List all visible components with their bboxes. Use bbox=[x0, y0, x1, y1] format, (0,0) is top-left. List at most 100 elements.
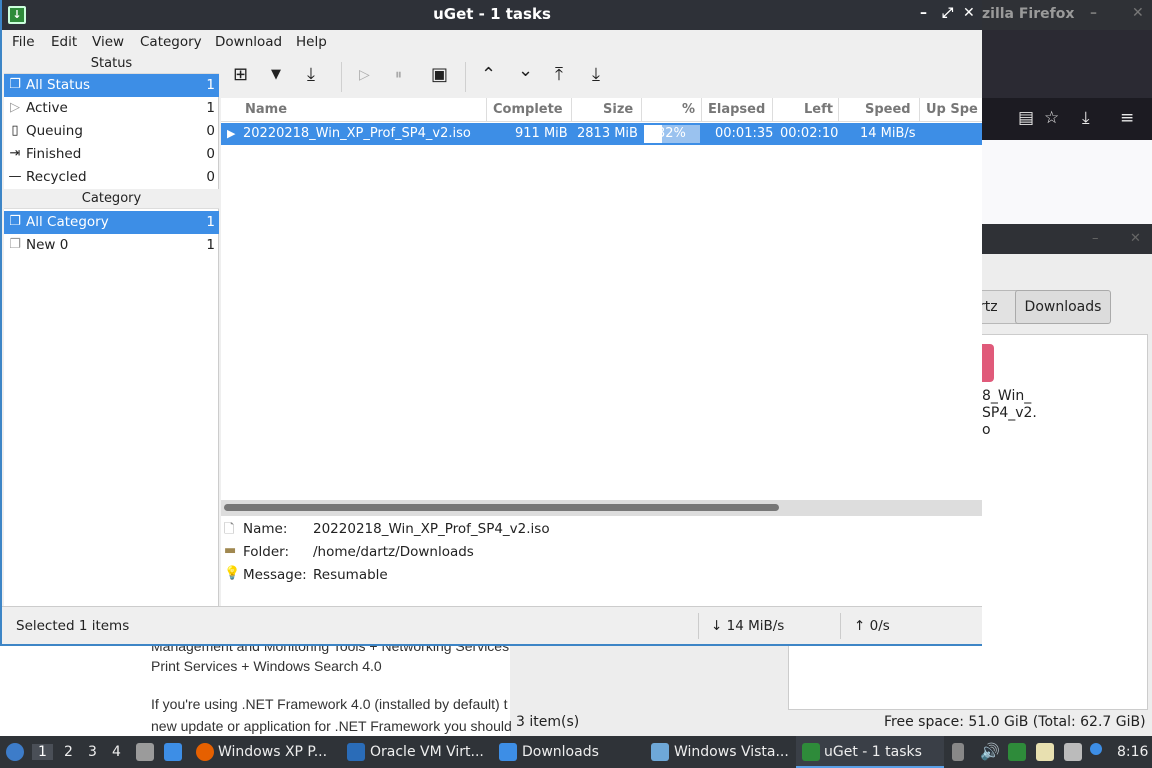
volume-icon[interactable]: 🔊 bbox=[980, 742, 1000, 761]
bookmark-star-icon[interactable]: ☆ bbox=[1044, 108, 1059, 128]
recycle-icon: — bbox=[8, 169, 22, 184]
column-name[interactable]: Name bbox=[245, 102, 287, 117]
download-elapsed: 00:01:35 bbox=[715, 126, 774, 141]
toolbar: ⊞ ▼ ⤓ ▷ ⏸ ▣ ⌃ ⌄ ⤒ ⤓ bbox=[221, 54, 982, 98]
firefox-titlebar: zilla Firefox – ✕ bbox=[982, 0, 1152, 30]
workspace-2[interactable]: 2 bbox=[64, 744, 73, 760]
uget-titlebar: ↓ uGet - 1 tasks – ⤢ ✕ bbox=[2, 0, 982, 30]
menu-view[interactable]: View bbox=[92, 34, 124, 50]
taskbar: 1 2 3 4 Windows XP P... Oracle VM Virt..… bbox=[0, 736, 1152, 768]
pause-icon[interactable]: ⏸ bbox=[395, 67, 402, 83]
column-percent[interactable]: % bbox=[682, 102, 695, 117]
task-windows-vista[interactable]: Windows Vista... bbox=[674, 744, 789, 760]
download-list[interactable]: Name Complete Size % Elapsed Left Speed … bbox=[221, 98, 982, 500]
horizontal-scrollbar[interactable] bbox=[221, 500, 982, 516]
play-icon: ▶ bbox=[227, 127, 236, 140]
new-download-icon[interactable]: ⊞ bbox=[233, 64, 248, 85]
task-virtualbox[interactable]: Oracle VM Virt... bbox=[370, 744, 484, 760]
close-icon[interactable]: ✕ bbox=[1130, 231, 1141, 246]
close-icon[interactable]: ✕ bbox=[963, 5, 975, 21]
doc-line: new update or application for .NET Frame… bbox=[151, 718, 512, 734]
sidebar-item-finished[interactable]: ⇥ Finished 0 bbox=[4, 143, 219, 166]
move-top-icon[interactable]: ⤒ bbox=[555, 64, 563, 85]
minimize-icon[interactable]: – bbox=[1090, 5, 1097, 21]
sidebar-item-queuing[interactable]: ▯ Queuing 0 bbox=[4, 120, 219, 143]
task-windows-xp[interactable]: Windows XP P... bbox=[218, 744, 327, 760]
sidebar-item-count: 1 bbox=[206, 100, 215, 116]
status-bar: Selected 1 items ↓ 14 MiB/s ↑ 0/s bbox=[2, 606, 982, 644]
scrollbar-thumb[interactable] bbox=[224, 504, 779, 511]
category-icon: ❐ bbox=[9, 214, 21, 229]
clipboard-icon[interactable] bbox=[952, 743, 964, 761]
menu-file[interactable]: File bbox=[12, 34, 35, 50]
play-icon: ▷ bbox=[10, 100, 20, 115]
sidebar-item-count: 1 bbox=[206, 214, 215, 230]
menu-help[interactable]: Help bbox=[296, 34, 327, 50]
move-bottom-icon[interactable]: ⤓ bbox=[592, 64, 600, 85]
workspace-4[interactable]: 4 bbox=[112, 744, 121, 760]
start-icon[interactable]: ▷ bbox=[359, 67, 370, 83]
detail-name: 🗋 Name: 20220218_Win_XP_Prof_SP4_v2.iso bbox=[221, 518, 982, 541]
lightbulb-icon: 💡 bbox=[224, 566, 241, 581]
sidebar-item-recycled[interactable]: — Recycled 0 bbox=[4, 166, 219, 189]
sidebar-item-count: 1 bbox=[206, 237, 215, 253]
minimize-icon[interactable]: – bbox=[1092, 231, 1099, 246]
column-elapsed[interactable]: Elapsed bbox=[708, 102, 765, 117]
file-label[interactable]: 8_Win_ SP4_v2. o bbox=[982, 388, 1037, 439]
download-icon[interactable]: ⤓ bbox=[307, 64, 315, 85]
close-icon[interactable]: ✕ bbox=[1132, 5, 1144, 21]
workspace-1[interactable]: 1 bbox=[32, 744, 53, 760]
sidebar-item-active[interactable]: ▷ Active 1 bbox=[4, 97, 219, 120]
desktop-icon[interactable] bbox=[164, 743, 182, 761]
network-icon[interactable] bbox=[1064, 743, 1082, 761]
sidebar-item-label: Queuing bbox=[26, 123, 83, 139]
file-manager-launcher-icon[interactable] bbox=[136, 743, 154, 761]
download-size: 2813 MiB bbox=[577, 126, 638, 141]
detail-label: Folder: bbox=[243, 544, 290, 560]
item-count: 3 item(s) bbox=[516, 714, 580, 730]
sidebar-item-label: Recycled bbox=[26, 169, 87, 185]
minimize-icon[interactable]: – bbox=[920, 5, 927, 21]
sidebar-item-count: 1 bbox=[206, 77, 215, 93]
sidebar-item-all-status[interactable]: ❐ All Status 1 bbox=[4, 74, 219, 97]
downloads-icon[interactable]: ⤓ bbox=[1082, 108, 1090, 128]
menu-edit[interactable]: Edit bbox=[51, 34, 77, 50]
breadcrumb-downloads[interactable]: Downloads bbox=[1015, 290, 1111, 324]
folder-icon bbox=[499, 743, 517, 761]
column-size[interactable]: Size bbox=[603, 102, 633, 117]
column-up-speed[interactable]: Up Spe bbox=[926, 102, 978, 117]
restore-icon[interactable]: ⤢ bbox=[942, 5, 953, 21]
table-row[interactable]: ▶ 20220218_Win_XP_Prof_SP4_v2.iso 911 Mi… bbox=[221, 123, 982, 145]
sidebar-item-label: All Category bbox=[26, 214, 109, 230]
column-complete[interactable]: Complete bbox=[493, 102, 563, 117]
task-uget[interactable]: uGet - 1 tasks bbox=[824, 744, 922, 760]
move-up-icon[interactable]: ⌃ bbox=[481, 64, 496, 85]
column-left[interactable]: Left bbox=[804, 102, 833, 117]
detail-message: 💡 Message: Resumable bbox=[221, 564, 982, 587]
menu-icon[interactable]: ≡ bbox=[1120, 108, 1134, 128]
menu-download[interactable]: Download bbox=[215, 34, 282, 50]
sidebar-item-label: Active bbox=[26, 100, 68, 116]
sidebar-item-all-category[interactable]: ❐ All Category 1 bbox=[4, 211, 219, 234]
sidebar-item-label: New 0 bbox=[26, 237, 69, 253]
queue-icon: ▯ bbox=[11, 123, 19, 138]
move-down-icon[interactable]: ⌄ bbox=[518, 60, 533, 81]
download-percent: 32% bbox=[657, 126, 686, 141]
properties-icon[interactable]: ▣ bbox=[431, 64, 448, 85]
info-icon[interactable] bbox=[1090, 743, 1102, 755]
sidebar-item-new-0[interactable]: ❐ New 0 1 bbox=[4, 234, 219, 257]
window-title: uGet - 1 tasks bbox=[433, 5, 551, 23]
uget-tray-icon[interactable] bbox=[1008, 743, 1026, 761]
start-menu-icon[interactable] bbox=[6, 743, 24, 761]
column-speed[interactable]: Speed bbox=[865, 102, 911, 117]
menu-category[interactable]: Category bbox=[140, 34, 202, 50]
firefox-icon bbox=[196, 743, 214, 761]
virtualbox-icon bbox=[347, 743, 365, 761]
task-downloads[interactable]: Downloads bbox=[522, 744, 599, 760]
dropdown-arrow-icon[interactable]: ▼ bbox=[271, 67, 281, 82]
notes-icon[interactable] bbox=[1036, 743, 1054, 761]
sidebar-item-label: Finished bbox=[26, 146, 82, 162]
reader-view-icon[interactable]: ▤ bbox=[1018, 108, 1034, 128]
workspace-3[interactable]: 3 bbox=[88, 744, 97, 760]
file-icon: 🗋 bbox=[224, 522, 235, 537]
